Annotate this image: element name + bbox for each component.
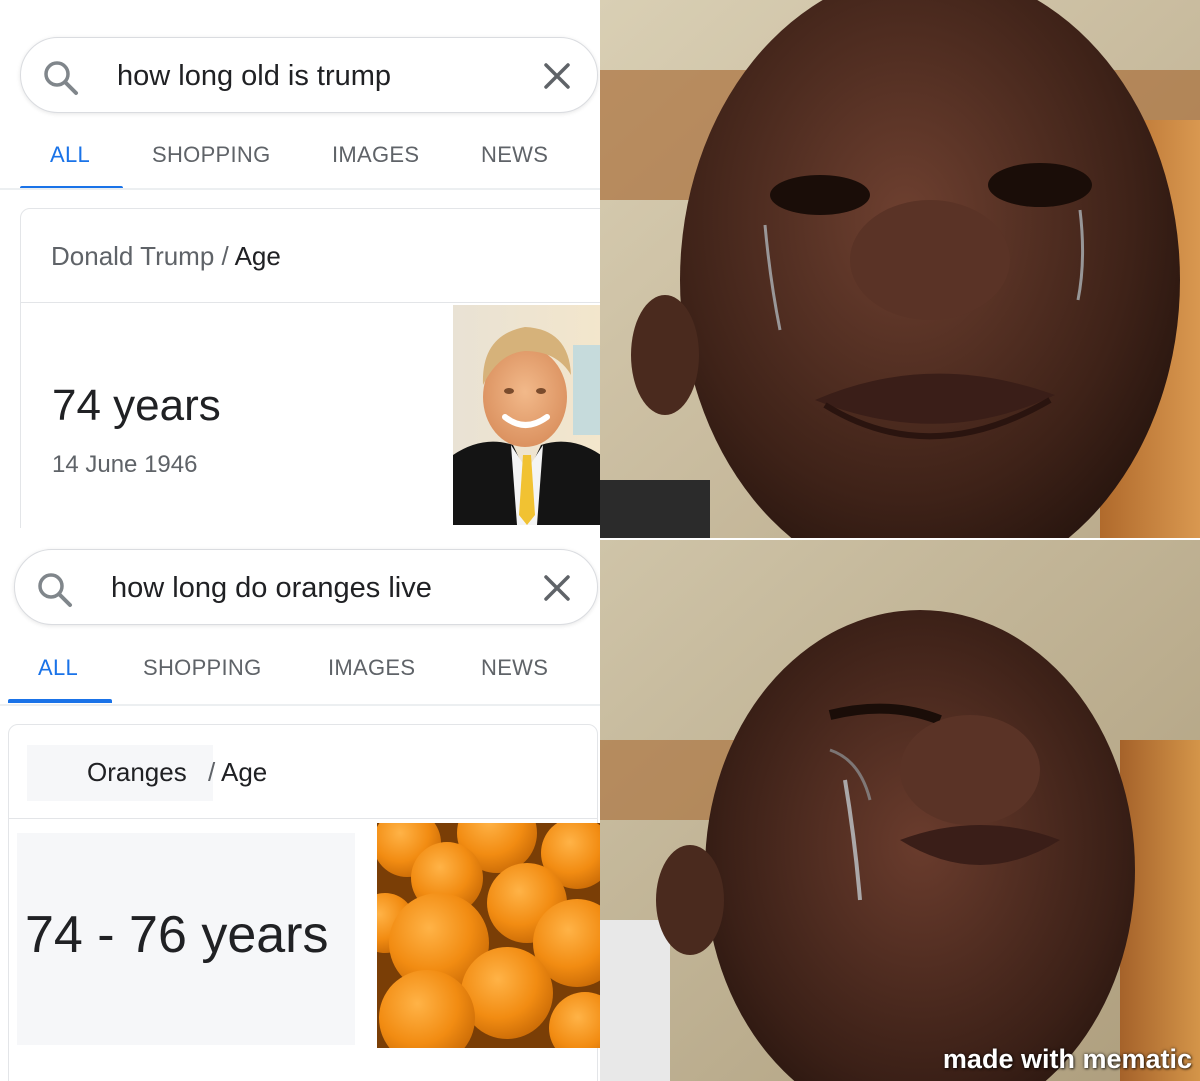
search-icon[interactable]	[35, 570, 75, 610]
search-tabs: ALL SHOPPING IMAGES NEWS	[0, 128, 600, 190]
answer-card: Oranges / Age 74 - 76 years	[8, 724, 600, 1081]
tabs-divider	[0, 704, 600, 706]
breadcrumb-separator: /	[221, 241, 229, 271]
breadcrumb-entity[interactable]: Oranges	[87, 757, 187, 787]
breadcrumb: Donald Trump / Age	[51, 241, 281, 272]
search-tabs: ALL SHOPPING IMAGES NEWS	[0, 641, 600, 703]
tab-images[interactable]: IMAGES	[328, 655, 415, 681]
crying-face-image-top	[600, 0, 1200, 538]
search-icon[interactable]	[41, 58, 81, 98]
breadcrumb-attribute: Age	[234, 241, 281, 271]
top-search-panel: how long old is trump ALL SHOPPING IMAGE…	[0, 0, 600, 528]
answer-value: 74 - 76 years	[25, 906, 329, 964]
breadcrumb-separator: /	[207, 757, 216, 787]
close-icon[interactable]	[539, 570, 575, 606]
oranges-thumbnail[interactable]	[377, 823, 600, 1048]
active-tab-indicator	[8, 699, 112, 703]
breadcrumb: Oranges / Age	[87, 757, 267, 788]
search-bar[interactable]: how long do oranges live	[14, 549, 598, 625]
close-icon[interactable]	[539, 58, 575, 94]
breadcrumb-entity[interactable]: Donald Trump	[51, 241, 214, 271]
tab-news[interactable]: NEWS	[481, 142, 548, 168]
tab-shopping[interactable]: SHOPPING	[143, 655, 262, 681]
crying-face-image-bottom	[600, 540, 1200, 1081]
bottom-search-panel: how long do oranges live ALL SHOPPING IM…	[0, 538, 600, 1081]
tab-news[interactable]: NEWS	[481, 655, 548, 681]
card-header: Oranges / Age	[9, 725, 597, 819]
answer-value: 74 years	[52, 381, 221, 430]
tab-all[interactable]: ALL	[38, 655, 78, 681]
tabs-divider	[0, 188, 600, 190]
card-header: Donald Trump / Age	[21, 209, 600, 303]
tab-all[interactable]: ALL	[50, 142, 90, 168]
answer-card: Donald Trump / Age 74 years 14 June 1946	[20, 208, 600, 528]
answer-date: 14 June 1946	[52, 451, 198, 478]
watermark: made with mematic	[942, 1044, 1192, 1074]
search-bar[interactable]: how long old is trump	[20, 37, 598, 113]
breadcrumb-attribute: Age	[221, 757, 268, 787]
tab-shopping[interactable]: SHOPPING	[152, 142, 271, 168]
search-query[interactable]: how long old is trump	[117, 60, 391, 93]
search-query[interactable]: how long do oranges live	[111, 572, 432, 605]
tab-images[interactable]: IMAGES	[332, 142, 419, 168]
portrait-thumbnail[interactable]	[453, 305, 600, 525]
